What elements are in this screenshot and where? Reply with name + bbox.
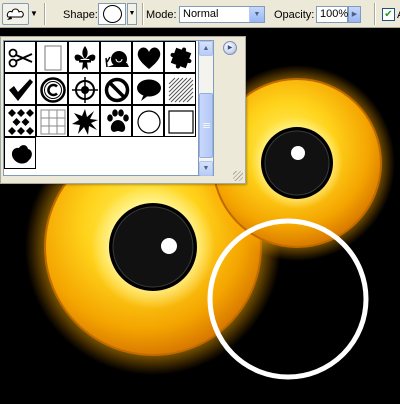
custom-shape-tool-icon <box>6 8 24 20</box>
shape-blob[interactable] <box>4 137 36 169</box>
shape-grid <box>3 40 199 176</box>
scrollbar-thumb[interactable] <box>199 93 213 158</box>
page-icon <box>44 45 62 71</box>
shape-fleur-de-lis[interactable] <box>68 41 100 73</box>
shape-registration-target[interactable] <box>68 73 100 105</box>
shape-no-sign[interactable] <box>100 73 132 105</box>
picker-menu-button[interactable]: ▶ <box>223 41 237 55</box>
tool-preset-picker[interactable] <box>2 3 29 25</box>
shape-copyright[interactable] <box>36 73 68 105</box>
shape-scissors[interactable] <box>4 41 36 73</box>
resize-grip-icon[interactable] <box>233 171 243 181</box>
blob-icon <box>11 145 32 164</box>
chevron-down-icon[interactable]: ▼ <box>30 9 38 18</box>
shape-paw-print[interactable] <box>100 105 132 137</box>
circle-shape-icon <box>103 5 122 23</box>
shape-diagonal-lines[interactable] <box>164 73 196 105</box>
shape-starburst[interactable] <box>68 105 100 137</box>
speech-bubble-icon <box>137 79 161 101</box>
checkerboard-icon <box>8 109 34 135</box>
shape-speech-bubble[interactable] <box>132 73 164 105</box>
snail-icon <box>105 51 129 68</box>
shape-grid[interactable] <box>36 105 68 137</box>
shape-grid-scrollbar[interactable]: ▲ ▼ <box>199 40 214 176</box>
chevron-down-icon[interactable]: ▼ <box>249 7 264 22</box>
scroll-down-button[interactable]: ▼ <box>199 161 213 176</box>
checkmark-icon <box>9 79 33 101</box>
starburst-icon <box>72 109 98 135</box>
copyright-icon <box>40 77 66 103</box>
mode-select[interactable]: Normal ▼ <box>179 6 265 23</box>
shape-checkmark[interactable] <box>4 73 36 105</box>
shape-dropdown-button[interactable]: ▼ <box>127 3 137 25</box>
fleur-de-lis-icon <box>74 46 96 70</box>
grid-icon <box>40 109 66 135</box>
opacity-slider-button[interactable]: ▶ <box>348 6 361 23</box>
mode-label: Mode: <box>146 9 177 21</box>
shape-square-outline[interactable] <box>164 105 196 137</box>
toolbar-separator <box>44 3 46 25</box>
diagonal-lines-icon <box>168 77 194 103</box>
shape-circle-outline[interactable] <box>132 105 164 137</box>
heart-icon <box>137 47 161 69</box>
shape-preview-button[interactable] <box>98 3 126 25</box>
circle-outline-icon <box>137 110 161 134</box>
tool-options-bar: ▼ Shape: ▼ Mode: Normal ▼ Opacity: 100% … <box>0 0 400 28</box>
opacity-input[interactable]: 100% <box>316 6 348 23</box>
opacity-label: Opacity: <box>274 9 315 21</box>
shape-checkerboard-diamonds[interactable] <box>4 105 36 137</box>
no-sign-icon <box>104 77 130 103</box>
shape-label: Shape: <box>63 9 98 21</box>
shape-snail[interactable] <box>100 41 132 73</box>
scroll-up-button[interactable]: ▲ <box>199 41 213 56</box>
anti-alias-checkbox[interactable]: ✔ <box>382 8 395 21</box>
shape-heart[interactable] <box>132 41 164 73</box>
square-outline-icon <box>168 110 194 134</box>
shape-puzzle-piece[interactable] <box>164 41 196 73</box>
opacity-value: 100% <box>320 8 349 20</box>
target-icon <box>72 77 98 103</box>
paw-print-icon <box>107 109 129 132</box>
mode-select-value: Normal <box>183 8 219 20</box>
shape-blank-page[interactable] <box>36 41 68 73</box>
scissors-icon <box>8 48 33 68</box>
toolbar-separator <box>374 3 376 25</box>
puzzle-piece-icon <box>170 47 192 69</box>
toolbar-separator <box>142 3 144 25</box>
custom-shape-picker: ▲ ▼ ▶ <box>0 36 246 184</box>
